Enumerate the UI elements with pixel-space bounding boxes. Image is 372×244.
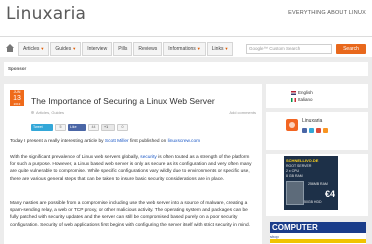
security-link[interactable]: security	[140, 155, 157, 160]
folder-icon	[31, 111, 34, 115]
ad-brand: SCHNELLIVO.DE	[286, 158, 319, 163]
date-year: 2013	[13, 102, 21, 106]
date-badge: JUN 13 2013	[10, 90, 24, 106]
nav-item-guides[interactable]: Guides▼	[50, 42, 82, 56]
gplus-count: 0	[117, 124, 128, 131]
share-row: Tweet 5 Like 44 +1 0	[31, 124, 130, 131]
rss-icon[interactable]	[323, 128, 328, 133]
language-selector: English Italiano	[266, 84, 368, 108]
nav-item-interview[interactable]: Interview	[82, 42, 113, 56]
chevron-down-icon: ▼	[224, 46, 229, 51]
like-button[interactable]: Like	[68, 124, 86, 131]
ad-text: 50GB HDD	[304, 200, 322, 204]
nav-item-links[interactable]: Links▼	[206, 42, 234, 56]
ad-price: €4	[324, 189, 335, 199]
ad-text: 2 x CPU	[286, 169, 300, 173]
chevron-down-icon: ▼	[196, 46, 201, 51]
like-count: 44	[88, 124, 99, 131]
comments-link[interactable]: Add comments	[229, 110, 256, 115]
nav-item-pills[interactable]: Pills	[113, 42, 133, 56]
nav-item-articles[interactable]: Articles▼	[18, 42, 50, 56]
sidebar: English Italiano Linuxaria SCHNELLIVO.DE…	[266, 84, 368, 244]
ad-text: 8 GB RAM	[286, 174, 303, 178]
google-plus-icon[interactable]	[316, 128, 321, 133]
date-day: 13	[13, 95, 21, 102]
us-flag-icon	[291, 90, 296, 95]
article: JUN 13 2013 The Importance of Securing a…	[4, 84, 262, 244]
computer-shop-ad[interactable]: COMPUTER shop	[270, 222, 366, 244]
site-tagline: EVERYTHING ABOUT LINUX	[288, 10, 366, 16]
social-box: Linuxaria	[266, 112, 368, 150]
twitter-icon[interactable]	[309, 128, 314, 133]
ad-box: SCHNELLIVO.DE ROOT SERVER 2 x CPU 8 GB R…	[266, 154, 368, 216]
linuxaria-avatar[interactable]	[286, 119, 298, 131]
facebook-icon[interactable]	[302, 128, 307, 133]
lang-english[interactable]: English	[291, 90, 313, 95]
sponsor-bar: Sponsor	[4, 62, 368, 76]
site-header: Linuxaria EVERYTHING ABOUT LINUX Article…	[0, 0, 372, 57]
lang-italian[interactable]: Italiano	[291, 97, 313, 102]
author-link[interactable]: Scott Miller	[105, 139, 129, 144]
ad2-title: COMPUTER	[270, 222, 366, 233]
search-button[interactable]: Search	[336, 44, 366, 54]
tweet-button[interactable]: Tweet	[31, 124, 53, 131]
nav-item-reviews[interactable]: Reviews	[133, 42, 163, 56]
chevron-down-icon: ▼	[72, 46, 77, 51]
sponsor-label: Sponsor	[8, 66, 27, 71]
tweet-count: 5	[55, 124, 66, 131]
source-link[interactable]: linuxscrew.com	[168, 139, 201, 144]
social-name[interactable]: Linuxaria	[302, 118, 322, 124]
italy-flag-icon	[291, 97, 296, 102]
header-divider	[0, 36, 372, 37]
site-logo[interactable]: Linuxaria	[6, 4, 86, 24]
chevron-down-icon: ▼	[40, 46, 45, 51]
server-ad-banner[interactable]: SCHNELLIVO.DE ROOT SERVER 2 x CPU 8 GB R…	[284, 156, 338, 210]
ad-text: ROOT SERVER	[286, 164, 312, 168]
ad-text: 256MB RAM	[308, 182, 328, 186]
post-categories: Articles, Guides	[31, 110, 64, 115]
server-image	[286, 181, 304, 205]
intro-paragraph: Today I present a really interesting art…	[10, 139, 201, 144]
home-icon[interactable]	[6, 44, 14, 52]
search-input[interactable]: Google™ Custom Search	[246, 44, 332, 54]
post-title[interactable]: The Importance of Securing a Linux Web S…	[31, 96, 215, 106]
nav-item-informations[interactable]: Informations▼	[163, 42, 206, 56]
gplus-button[interactable]: +1	[101, 124, 115, 131]
body-paragraph-1: With the significant prevalence of Linux…	[10, 155, 252, 182]
body-paragraph-2: Many nasties are possible from a comprom…	[10, 201, 250, 228]
